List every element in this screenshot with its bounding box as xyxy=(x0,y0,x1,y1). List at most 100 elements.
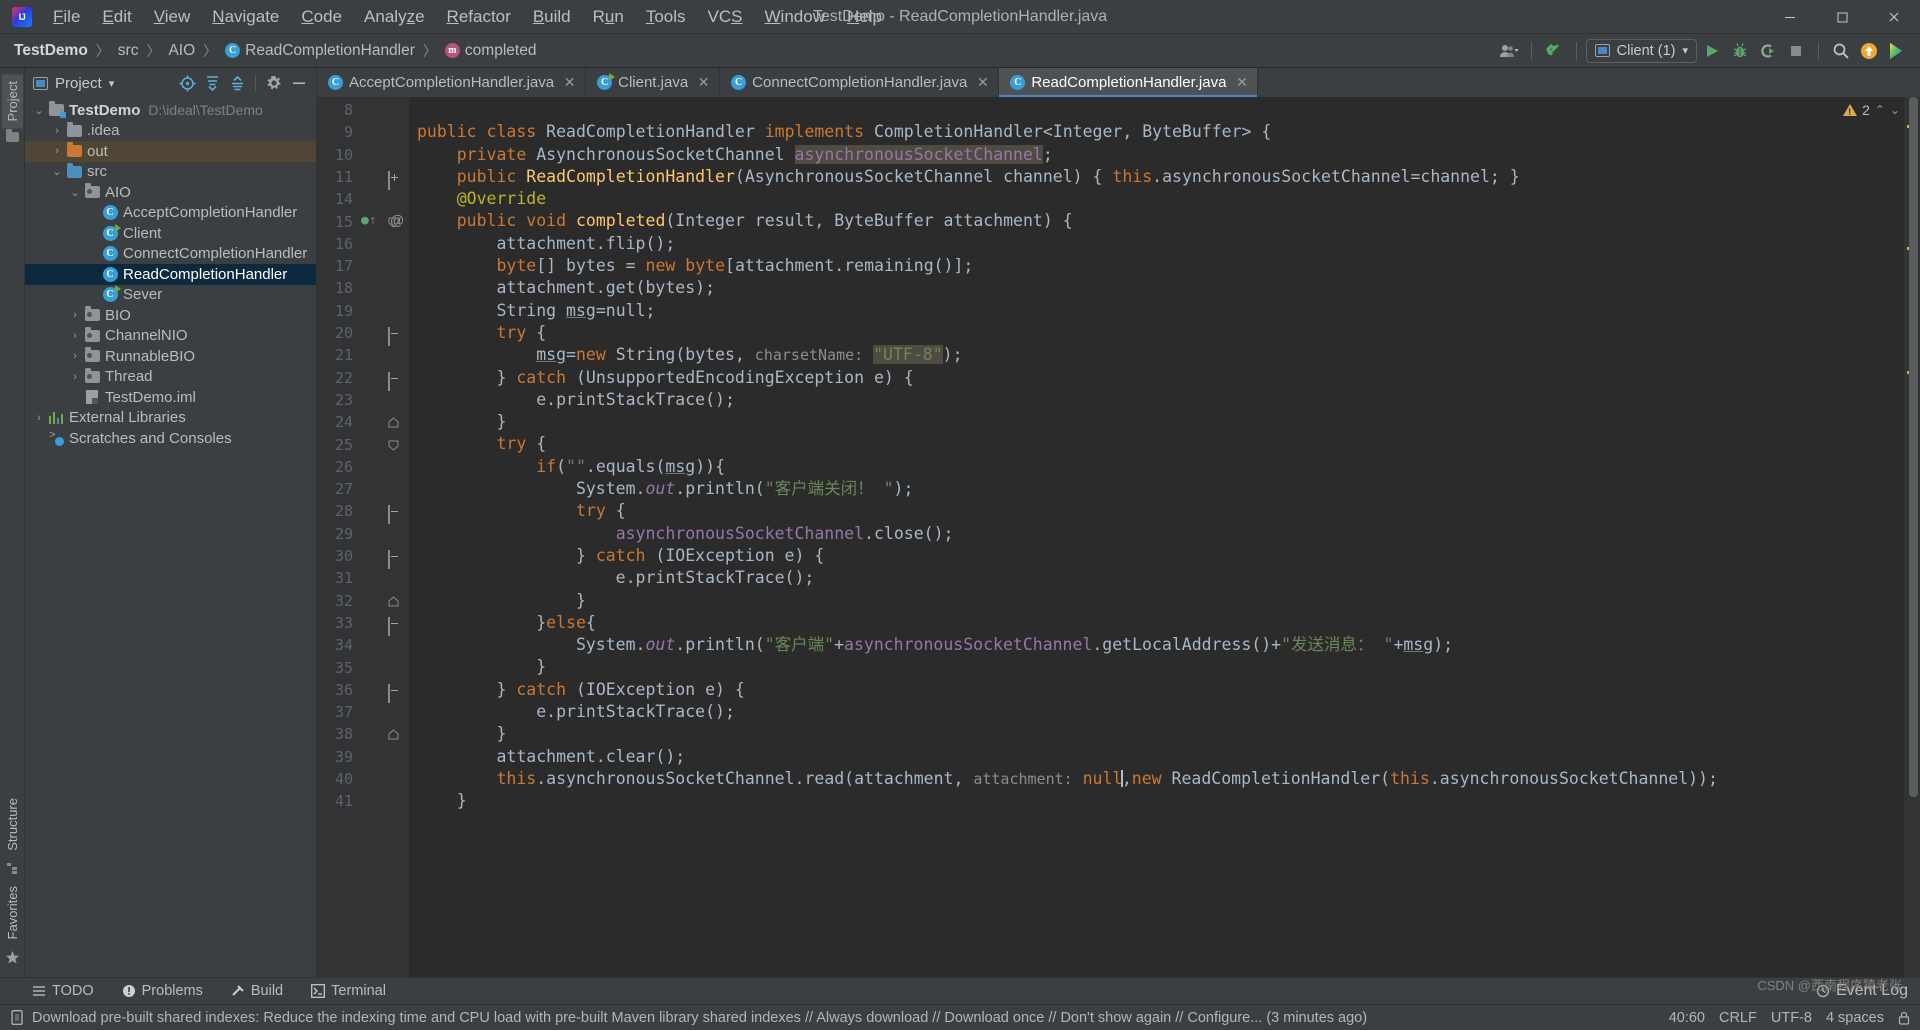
code-folding-down-icon[interactable] xyxy=(388,217,399,228)
code-scroll-region[interactable]: public class ReadCompletionHandler imple… xyxy=(409,97,1904,977)
tree-expand-arrow[interactable]: › xyxy=(67,309,83,321)
tree-node-extlibs[interactable]: › External Libraries xyxy=(25,408,316,429)
code-line-10[interactable]: private AsynchronousSocketChannel asynch… xyxy=(417,144,1904,166)
code-line-29[interactable]: asynchronousSocketChannel.close(); xyxy=(417,523,1904,545)
code-line-24[interactable]: } xyxy=(417,411,1904,433)
code-line-11[interactable]: public ReadCompletionHandler(Asynchronou… xyxy=(417,166,1904,188)
run-with-coverage-icon[interactable] xyxy=(1755,38,1781,64)
tree-node-sever[interactable]: C Sever xyxy=(25,285,316,306)
code-line-19[interactable]: String msg=null; xyxy=(417,300,1904,322)
tree-node-read[interactable]: C ReadCompletionHandler xyxy=(25,264,316,285)
settings-gear-icon[interactable] xyxy=(263,72,285,94)
tree-node-src[interactable]: ⌄ src xyxy=(25,162,316,183)
menu-refactor[interactable]: Refactor xyxy=(436,4,522,29)
tree-node-thread[interactable]: › Thread xyxy=(25,367,316,388)
menu-code[interactable]: Code xyxy=(290,4,353,29)
menu-run[interactable]: Run xyxy=(582,4,635,29)
code-line-31[interactable]: e.printStackTrace(); xyxy=(417,567,1904,589)
toolwindow-problems[interactable]: Problems xyxy=(118,981,207,1001)
tree-expand-arrow[interactable]: › xyxy=(67,330,83,342)
editor-tab-2[interactable]: C ConnectCompletionHandler.java ✕ xyxy=(720,68,1000,97)
tree-expand-arrow[interactable]: › xyxy=(49,125,65,137)
code-line-16[interactable]: attachment.flip(); xyxy=(417,233,1904,255)
minimize-button[interactable] xyxy=(1764,0,1816,34)
breadcrumb-src[interactable]: src xyxy=(116,40,141,62)
breadcrumb-method[interactable]: m completed xyxy=(443,40,539,62)
implementing-method-marker-icon[interactable]: ●↑ xyxy=(361,213,377,228)
menu-navigate[interactable]: Navigate xyxy=(201,4,290,29)
toolwindow-terminal[interactable]: Terminal xyxy=(307,981,390,1001)
close-tab-icon[interactable]: ✕ xyxy=(697,74,710,91)
toolwindow-build[interactable]: Build xyxy=(227,981,287,1001)
editor-tab-1[interactable]: C Client.java ✕ xyxy=(586,68,721,97)
toolwindow-todo[interactable]: TODO xyxy=(28,981,98,1001)
scroll-from-source-icon[interactable] xyxy=(176,72,198,94)
menu-view[interactable]: View xyxy=(143,4,202,29)
code-folding-up-icon[interactable] xyxy=(388,729,399,740)
breadcrumb-package[interactable]: AIO xyxy=(166,40,197,62)
code-line-32[interactable]: } xyxy=(417,590,1904,612)
tree-expand-arrow[interactable]: › xyxy=(31,412,47,424)
code-folding-minus-icon[interactable] xyxy=(388,616,399,636)
code-line-40[interactable]: this.asynchronousSocketChannel.read(atta… xyxy=(417,768,1904,790)
tree-expand-arrow[interactable]: › xyxy=(49,145,65,157)
code-folding-minus-icon[interactable] xyxy=(388,327,399,346)
chevron-down-icon[interactable]: ⌄ xyxy=(1890,103,1900,117)
menu-help[interactable]: Help xyxy=(836,4,893,29)
source-code[interactable]: public class ReadCompletionHandler imple… xyxy=(409,97,1904,813)
code-line-22[interactable]: } catch (UnsupportedEncodingException e)… xyxy=(417,367,1904,389)
menu-build[interactable]: Build xyxy=(522,4,582,29)
menu-edit[interactable]: Edit xyxy=(91,4,142,29)
code-line-15[interactable]: public void completed(Integer result, By… xyxy=(417,210,1904,232)
run-play-icon[interactable] xyxy=(1699,38,1725,64)
menu-tools[interactable]: Tools xyxy=(635,4,697,29)
run-configuration-selector[interactable]: Client (1) ▾ xyxy=(1585,38,1697,63)
editor-tab-0[interactable]: C AcceptCompletionHandler.java ✕ xyxy=(317,68,587,97)
code-line-41[interactable]: } xyxy=(417,790,1904,812)
code-line-39[interactable]: attachment.clear(); xyxy=(417,746,1904,768)
tree-node-testdemo[interactable]: ⌄ TestDemo D:\ideal\TestDemo xyxy=(25,100,316,121)
rail-tab-favorites[interactable]: Favorites xyxy=(2,879,23,946)
rail-tab-project[interactable]: Project xyxy=(1,74,23,129)
ide-feature-icon[interactable] xyxy=(1884,38,1910,64)
maximize-button[interactable] xyxy=(1816,0,1868,34)
status-message[interactable]: Download pre-built shared indexes: Reduc… xyxy=(32,1010,1367,1026)
tree-node-out[interactable]: › out xyxy=(25,141,316,162)
breadcrumb-class[interactable]: C ReadCompletionHandler xyxy=(223,40,417,62)
breadcrumb-project[interactable]: TestDemo xyxy=(12,40,90,62)
search-everywhere-icon[interactable] xyxy=(1828,38,1854,64)
tree-node-aio[interactable]: ⌄ AIO xyxy=(25,182,316,203)
close-button[interactable] xyxy=(1868,0,1920,34)
user-account-icon[interactable] xyxy=(1496,38,1522,64)
code-line-17[interactable]: byte[] bytes = new byte[attachment.remai… xyxy=(417,255,1904,277)
tree-expand-arrow[interactable]: ⌄ xyxy=(31,104,47,117)
code-line-25[interactable]: try { xyxy=(417,433,1904,455)
menu-analyze[interactable]: Analyze xyxy=(353,4,436,29)
code-folding-minus-icon[interactable] xyxy=(388,505,399,525)
code-folding-minus-icon[interactable] xyxy=(388,683,399,703)
code-folding-up-icon[interactable] xyxy=(388,595,399,607)
code-line-36[interactable]: } catch (IOException e) { xyxy=(417,679,1904,701)
tree-node-connect[interactable]: C ConnectCompletionHandler xyxy=(25,244,316,265)
caret-position[interactable]: 40:60 xyxy=(1669,1010,1705,1026)
tree-node-channelnio[interactable]: › ChannelNIO xyxy=(25,326,316,347)
vcs-update-arrow-icon[interactable] xyxy=(1541,38,1567,64)
file-encoding[interactable]: UTF-8 xyxy=(1771,1010,1812,1026)
tree-expand-arrow[interactable]: › xyxy=(67,350,83,362)
tree-node-accept[interactable]: C AcceptCompletionHandler xyxy=(25,203,316,224)
code-line-23[interactable]: e.printStackTrace(); xyxy=(417,389,1904,411)
tree-expand-arrow[interactable]: ⌄ xyxy=(67,186,83,199)
tree-node-scratches[interactable]: Scratches and Consoles xyxy=(25,428,316,449)
close-tab-icon[interactable]: ✕ xyxy=(563,74,576,91)
expand-all-icon[interactable] xyxy=(201,72,223,94)
code-folding-up-icon[interactable] xyxy=(388,417,399,428)
notification-icon[interactable] xyxy=(10,1010,24,1025)
code-folding-down-icon[interactable] xyxy=(388,440,399,451)
close-tab-icon[interactable]: ✕ xyxy=(976,74,989,91)
menu-vcs[interactable]: VCS xyxy=(697,4,754,29)
tree-expand-arrow[interactable]: ⌄ xyxy=(49,165,65,178)
editor-scrollbar-thumb[interactable] xyxy=(1909,97,1918,797)
code-line-34[interactable]: System.out.println("客户端"+asynchronousSoc… xyxy=(417,634,1904,656)
chevron-up-icon[interactable]: ⌃ xyxy=(1875,103,1885,117)
code-folding-minus-icon[interactable] xyxy=(388,550,399,569)
